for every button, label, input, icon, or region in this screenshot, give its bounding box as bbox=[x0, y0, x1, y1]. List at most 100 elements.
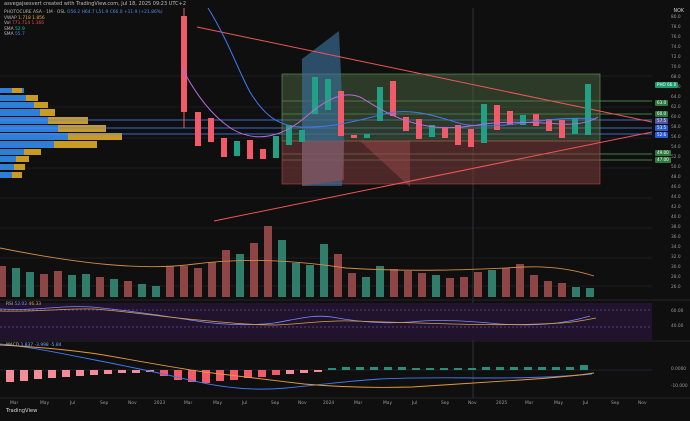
candle-down bbox=[390, 81, 396, 116]
candle-down bbox=[260, 149, 266, 159]
time-label: Nov bbox=[128, 401, 137, 406]
macd-hist-bar bbox=[370, 367, 378, 370]
volume-bar bbox=[180, 266, 188, 297]
price-tag: 60.0 bbox=[655, 111, 669, 117]
candle-down bbox=[416, 119, 422, 139]
price-axis-label: 74.0 bbox=[671, 45, 681, 50]
vp-bar-gold bbox=[14, 164, 25, 170]
macd-hist-bar bbox=[48, 370, 56, 378]
price-axis-label: 52.0 bbox=[671, 155, 681, 160]
volume-bar bbox=[432, 275, 440, 297]
vp-bar bbox=[0, 109, 46, 116]
volume-bar bbox=[278, 240, 286, 297]
volume-bar bbox=[26, 272, 34, 297]
rsi-axis-label: 40.00 bbox=[671, 324, 684, 329]
chart-canvas[interactable] bbox=[0, 0, 690, 421]
volume-bar bbox=[110, 279, 118, 297]
price-axis-label: 58.0 bbox=[671, 125, 681, 130]
vp-bar-gold bbox=[40, 109, 55, 116]
candle-down bbox=[221, 138, 227, 157]
time-label: 2023 bbox=[154, 401, 166, 406]
price-axis-label: 72.0 bbox=[671, 55, 681, 60]
candle-down bbox=[507, 111, 513, 125]
time-label: Jul bbox=[70, 401, 76, 406]
macd-hist-bar bbox=[510, 367, 518, 370]
candle-down bbox=[546, 119, 552, 131]
macd-hist-bar bbox=[104, 370, 112, 374]
macd-legend: MACD 1.837 -3.998 -5.84 bbox=[6, 343, 61, 348]
time-label: Sep bbox=[441, 401, 450, 406]
rsi-panel bbox=[0, 303, 652, 340]
candle-down bbox=[442, 127, 448, 138]
vp-bar-gold bbox=[34, 102, 48, 108]
time-label: Mar bbox=[10, 401, 19, 406]
candle-down bbox=[195, 112, 201, 146]
time-label: May bbox=[383, 401, 393, 406]
time-label: May bbox=[213, 401, 223, 406]
volume-bar bbox=[96, 277, 104, 297]
price-tag: PHO 66.0 bbox=[655, 82, 679, 88]
time-label: May bbox=[40, 401, 50, 406]
macd-hist-bar bbox=[482, 367, 490, 370]
volume-bar bbox=[12, 268, 20, 297]
tradingview-brand: TradingView bbox=[6, 408, 37, 414]
price-axis-label: 48.0 bbox=[671, 175, 681, 180]
candle-up bbox=[325, 79, 331, 110]
macd-hist-bar bbox=[300, 370, 308, 373]
price-tag: 57.5 bbox=[655, 118, 669, 124]
vp-bar-gold bbox=[24, 149, 41, 155]
price-axis-label: 68.0 bbox=[671, 75, 681, 80]
macd-hist-bar bbox=[356, 367, 364, 370]
macd-hist-bar bbox=[552, 367, 560, 370]
time-label: Mar bbox=[184, 401, 193, 406]
price-tag: 52.6 bbox=[655, 132, 669, 138]
volume-bar bbox=[572, 287, 580, 297]
macd-hist-bar bbox=[566, 367, 574, 370]
price-axis-label: 56.0 bbox=[671, 135, 681, 140]
volume-bar bbox=[250, 243, 258, 297]
price-axis-label: 62.0 bbox=[671, 105, 681, 110]
macd-name: MACD bbox=[6, 343, 20, 348]
volume-bar bbox=[376, 266, 384, 297]
volume-profile bbox=[0, 88, 122, 178]
macd-line bbox=[0, 343, 593, 390]
price-axis-label: 50.0 bbox=[671, 165, 681, 170]
candle-up bbox=[572, 118, 578, 134]
price-axis-label: 28.0 bbox=[671, 275, 681, 280]
macd-hist-bar bbox=[314, 370, 322, 372]
time-label: 2025 bbox=[496, 401, 508, 406]
candle-up bbox=[364, 134, 370, 138]
macd-hist-bar bbox=[342, 367, 350, 370]
rsi-legend: RSI 52.02 46.33 bbox=[6, 302, 41, 307]
volume-bar bbox=[516, 264, 524, 297]
macd-hist-bar bbox=[496, 367, 504, 370]
candle-down bbox=[533, 114, 539, 126]
volume-bar bbox=[264, 226, 272, 297]
time-label: Jul bbox=[412, 401, 418, 406]
macd-hist-bar bbox=[440, 368, 448, 370]
time-label: Nov bbox=[468, 401, 477, 406]
macd-hist-bar bbox=[286, 370, 294, 374]
macd-hist-bar bbox=[20, 370, 28, 381]
macd-values: 1.837 -3.998 -5.84 bbox=[20, 343, 62, 348]
volume-bar bbox=[208, 262, 216, 297]
rsi-value-1: 52.02 bbox=[14, 302, 28, 307]
price-axis-label: 60.0 bbox=[671, 115, 681, 120]
rsi-value-2: 46.33 bbox=[28, 302, 42, 307]
macd-hist-bar bbox=[454, 368, 462, 370]
macd-hist-bar bbox=[216, 370, 224, 381]
macd-hist-bar bbox=[524, 367, 532, 370]
macd-hist-bar bbox=[174, 370, 182, 380]
volume-bar bbox=[446, 278, 454, 297]
price-tag: 53.5 bbox=[655, 125, 669, 131]
macd-hist-bar bbox=[328, 368, 336, 370]
volume-bar bbox=[558, 283, 566, 297]
volume-bar bbox=[124, 281, 132, 297]
candle-down bbox=[338, 91, 344, 136]
macd-axis-label: -10.000 bbox=[671, 384, 688, 389]
price-axis-label: 30.0 bbox=[671, 265, 681, 270]
volume-bar bbox=[292, 263, 300, 297]
volume-bar bbox=[194, 268, 202, 297]
macd-hist-bar bbox=[34, 370, 42, 379]
vp-bar-gold bbox=[26, 95, 38, 101]
